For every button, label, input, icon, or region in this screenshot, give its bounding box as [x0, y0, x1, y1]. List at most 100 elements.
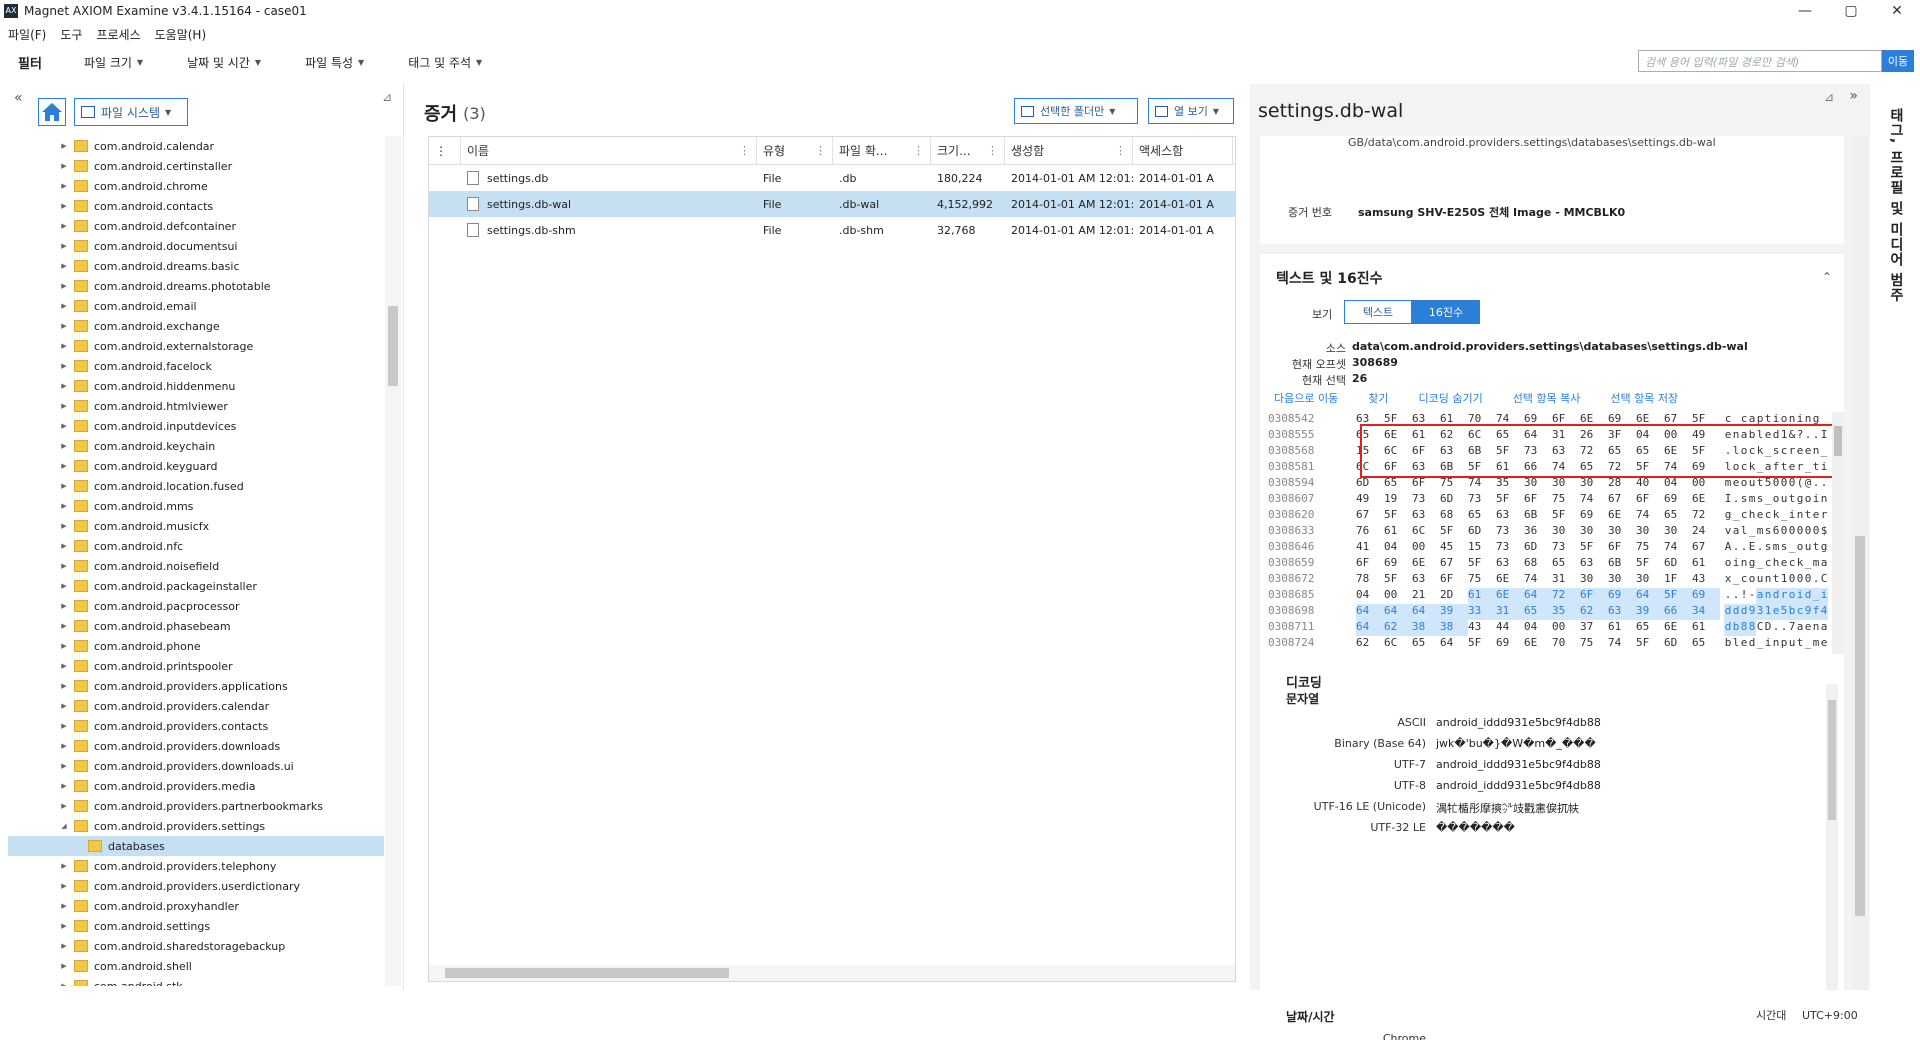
tree-item[interactable]: ▶ com.android.exchange [8, 316, 384, 336]
pin-icon[interactable]: ⊿ [382, 90, 392, 104]
maximize-button[interactable]: ▢ [1828, 0, 1874, 22]
expand-arrow-icon[interactable]: ▶ [58, 582, 70, 590]
expand-arrow-icon[interactable]: ▶ [58, 502, 70, 510]
file-attr-dropdown[interactable]: 파일 특성 ▼ [305, 54, 364, 71]
expand-arrow-icon[interactable]: ▶ [58, 522, 70, 530]
tree-item[interactable]: ▶ com.android.pacprocessor [8, 596, 384, 616]
tree-item[interactable]: ▶ com.android.settings [8, 916, 384, 936]
tree-item[interactable]: ▶ com.android.inputdevices [8, 416, 384, 436]
side-tab[interactable]: 태그, 프로필 및 미디어 범주 [1876, 98, 1920, 318]
decoding-value[interactable]: jwk�'bu�}�W�m�_��� [1436, 737, 1596, 750]
decoding-value[interactable]: 湡牤楯彤摩摤㌹攱戵㥣㑦扤㠸 [1436, 800, 1579, 816]
expand-arrow-icon[interactable]: ▶ [58, 922, 70, 930]
expand-arrow-icon[interactable]: ▶ [58, 562, 70, 570]
expand-arrow-icon[interactable]: ▶ [58, 722, 70, 730]
text-view-button[interactable]: 텍스트 [1344, 300, 1412, 324]
tree-item[interactable]: ▶ com.android.phasebeam [8, 616, 384, 636]
expand-arrow-icon[interactable]: ▶ [58, 702, 70, 710]
decoding-value[interactable]: android_iddd931e5bc9f4db88 [1436, 758, 1601, 771]
expand-arrow-icon[interactable]: ▶ [58, 162, 70, 170]
expand-right-icon[interactable]: » [1849, 88, 1858, 104]
expand-arrow-icon[interactable]: ▶ [58, 982, 70, 986]
tree-item[interactable]: ▶ com.android.providers.calendar [8, 696, 384, 716]
tree-item[interactable]: ▶ com.android.stk [8, 976, 384, 986]
tree-item[interactable]: ▶ com.android.providers.telephony [8, 856, 384, 876]
scrollbar-thumb[interactable] [1855, 536, 1865, 916]
expand-arrow-icon[interactable]: ▶ [58, 442, 70, 450]
expand-arrow-icon[interactable]: ▶ [58, 402, 70, 410]
tree-item[interactable]: ▶ com.android.facelock [8, 356, 384, 376]
expand-arrow-icon[interactable]: ▶ [58, 862, 70, 870]
column-header[interactable]: 생성함 ⋮ [1005, 136, 1133, 165]
find-link[interactable]: 찾기 [1368, 390, 1388, 406]
tree-item[interactable]: ▶ com.android.contacts [8, 196, 384, 216]
expand-arrow-icon[interactable]: ▶ [58, 762, 70, 770]
tree-item[interactable]: ▶ com.android.htmlviewer [8, 396, 384, 416]
tree-item[interactable]: ▶ com.android.providers.applications [8, 676, 384, 696]
menu-tools[interactable]: 도구 [60, 26, 82, 43]
search-input[interactable]: 검색 용어 입력(파일 경로만 검색) [1638, 50, 1882, 72]
column-header[interactable]: 파일 확... ⋮ [833, 136, 931, 165]
date-time-dropdown[interactable]: 날짜 및 시간 ▼ [187, 54, 261, 71]
tree-item[interactable]: ▶ com.android.noisefield [8, 556, 384, 576]
tree-item[interactable]: ▶ com.android.proxyhandler [8, 896, 384, 916]
goto-link[interactable]: 다음으로 이동 [1274, 390, 1338, 406]
save-selection-link[interactable]: 선택 항목 저장 [1610, 390, 1678, 406]
expand-arrow-icon[interactable]: ▶ [58, 962, 70, 970]
hide-decoding-link[interactable]: 디코딩 숨기기 [1418, 390, 1482, 406]
menu-process[interactable]: 프로세스 [96, 26, 140, 43]
tree-item[interactable]: ▶ com.android.nfc [8, 536, 384, 556]
tree-item[interactable]: ▶ com.android.phone [8, 636, 384, 656]
tree-item[interactable]: ▶ com.android.providers.contacts [8, 716, 384, 736]
tree-item[interactable]: ▶ com.android.location.fused [8, 476, 384, 496]
expand-arrow-icon[interactable]: ▶ [58, 802, 70, 810]
collapse-section-icon[interactable]: ⌃ [1822, 270, 1832, 284]
selected-folder-only-button[interactable]: 선택한 폴더만 ▼ [1014, 98, 1138, 124]
file-size-dropdown[interactable]: 파일 크기 ▼ [84, 54, 143, 71]
tree-item[interactable]: ▶ com.android.certinstaller [8, 156, 384, 176]
tree-scrollbar[interactable] [385, 136, 401, 986]
expand-arrow-icon[interactable]: ▶ [58, 462, 70, 470]
expand-arrow-icon[interactable]: ▶ [58, 902, 70, 910]
expand-arrow-icon[interactable]: ▶ [58, 782, 70, 790]
scrollbar-thumb[interactable] [1834, 426, 1842, 456]
scrollbar-thumb[interactable] [388, 306, 398, 386]
tree-item[interactable]: ▶ com.android.sharedstoragebackup [8, 936, 384, 956]
expand-arrow-icon[interactable]: ▶ [58, 202, 70, 210]
tree-item[interactable]: ▶ com.android.calendar [8, 136, 384, 156]
expand-arrow-icon[interactable]: ▶ [58, 742, 70, 750]
hex-view-button[interactable]: 16진수 [1412, 300, 1480, 324]
column-options-icon[interactable]: ⋮ [913, 144, 924, 157]
tree-item[interactable]: ▶ com.android.chrome [8, 176, 384, 196]
menu-file[interactable]: 파일(F) [8, 26, 46, 43]
expanded-arrow-icon[interactable]: ◢ [58, 822, 70, 830]
column-options-icon[interactable]: ⋮ [1115, 144, 1126, 157]
tags-dropdown[interactable]: 태그 및 주석 ▼ [408, 54, 482, 71]
column-header[interactable]: 유형 ⋮ [757, 136, 833, 165]
tree-item[interactable]: ▶ com.android.externalstorage [8, 336, 384, 356]
expand-arrow-icon[interactable]: ▶ [58, 662, 70, 670]
column-options-icon[interactable]: ⋮ [987, 144, 998, 157]
tree-item[interactable]: ▶ com.android.documentsui [8, 236, 384, 256]
hex-viewer[interactable]: 0308542 63 5F 63 61 70 74 69 6F 6E 69 6E 67 5F c _ c a p t i… [1266, 412, 1828, 654]
table-row[interactable]: settings.db-shm File .db-shm 32,768 2014-01-… [429, 217, 1235, 243]
decoding-value[interactable]: android_iddd931e5bc9f4db88 [1436, 716, 1601, 729]
expand-arrow-icon[interactable]: ▶ [58, 362, 70, 370]
tree-item[interactable]: ◢ com.android.providers.settings [8, 816, 384, 836]
column-options-icon[interactable]: ⋮ [815, 144, 826, 157]
tree-item[interactable]: ▶ com.android.dreams.phototable [8, 276, 384, 296]
scrollbar-thumb[interactable] [445, 968, 729, 978]
tree-item[interactable]: ▶ com.android.providers.userdictionary [8, 876, 384, 896]
table-row[interactable]: settings.db File .db 180,224 2014-01-01 AM 1… [429, 165, 1235, 191]
tree-item[interactable]: ▶ com.android.providers.downloads.ui [8, 756, 384, 776]
home-button[interactable] [38, 98, 66, 126]
expand-arrow-icon[interactable]: ▶ [58, 882, 70, 890]
decoding-value[interactable]: android_iddd931e5bc9f4db88 [1436, 779, 1601, 792]
expand-arrow-icon[interactable]: ▶ [58, 262, 70, 270]
column-view-button[interactable]: 열 보기 ▼ [1148, 98, 1234, 124]
search-go-button[interactable]: 이동 [1882, 50, 1914, 72]
pin-icon[interactable]: ⊿ [1824, 90, 1834, 104]
expand-arrow-icon[interactable]: ▶ [58, 642, 70, 650]
tree-item[interactable]: ▶ com.android.keyguard [8, 456, 384, 476]
tree-item[interactable]: ▶ com.android.hiddenmenu [8, 376, 384, 396]
